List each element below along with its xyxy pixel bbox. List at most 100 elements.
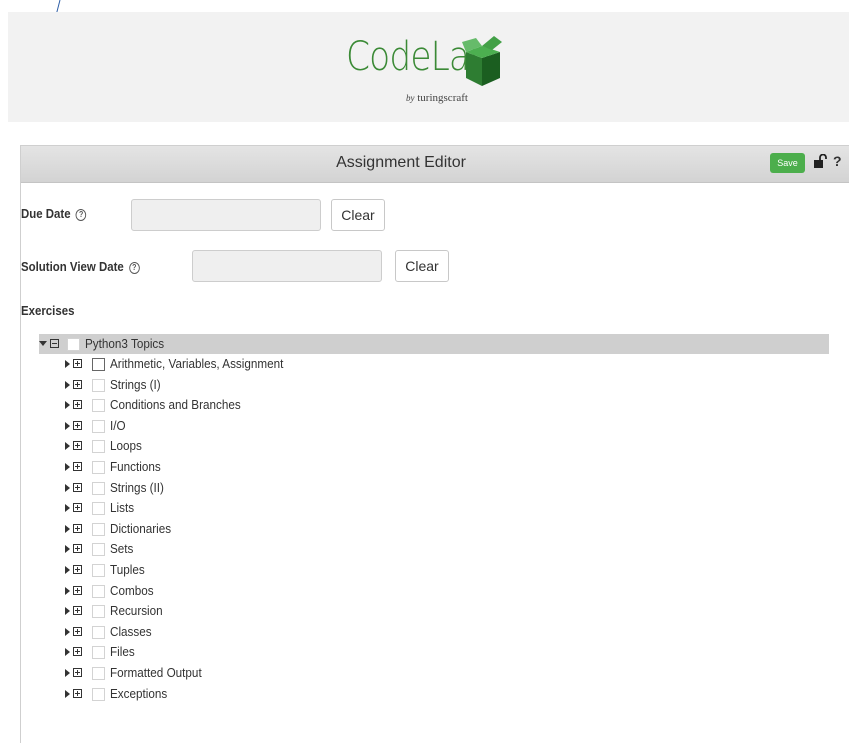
expand-icon[interactable] <box>73 688 82 698</box>
topic-row[interactable]: Dictionaries <box>39 519 849 540</box>
expand-icon[interactable] <box>73 667 82 677</box>
save-button[interactable]: Save <box>770 153 805 173</box>
topic-checkbox[interactable] <box>92 646 105 660</box>
caret-right-icon[interactable] <box>65 442 70 451</box>
topic-row[interactable]: Strings (II) <box>39 478 849 499</box>
topic-checkbox[interactable] <box>92 543 105 557</box>
due-date-clear-button[interactable]: Clear <box>331 199 385 231</box>
exercise-tree: Python3 Topics Arithmetic, Variables, As… <box>39 334 849 704</box>
topic-checkbox[interactable] <box>92 440 105 454</box>
topic-checkbox[interactable] <box>92 419 105 433</box>
topic-row[interactable]: Functions <box>39 457 849 478</box>
topic-row[interactable]: Tuples <box>39 560 849 581</box>
panel-title: Assignment Editor <box>336 154 466 171</box>
expand-icon[interactable] <box>73 606 82 616</box>
caret-right-icon[interactable] <box>65 421 70 430</box>
caret-right-icon[interactable] <box>65 607 70 616</box>
topic-row[interactable]: Formatted Output <box>39 663 849 684</box>
exercises-heading: Exercises <box>21 303 75 318</box>
topic-checkbox[interactable] <box>92 481 105 495</box>
topic-label: Functions <box>110 458 161 474</box>
topic-checkbox[interactable] <box>92 378 105 392</box>
caret-right-icon[interactable] <box>65 668 70 677</box>
topic-row[interactable]: Files <box>39 642 849 663</box>
topic-checkbox[interactable] <box>92 399 105 413</box>
question-icon[interactable]: ? <box>129 262 140 274</box>
topic-checkbox[interactable] <box>92 687 105 701</box>
expand-icon[interactable] <box>73 482 82 492</box>
caret-right-icon[interactable] <box>65 360 70 368</box>
topic-label: Loops <box>110 438 142 454</box>
expand-icon[interactable] <box>73 503 82 513</box>
topic-checkbox[interactable] <box>92 666 105 680</box>
caret-right-icon[interactable] <box>65 586 70 595</box>
topic-checkbox[interactable] <box>92 563 105 577</box>
solution-view-date-input[interactable] <box>192 250 382 282</box>
topic-label: Sets <box>110 541 134 557</box>
topic-row[interactable]: Sets <box>39 539 849 560</box>
caret-right-icon[interactable] <box>65 483 70 492</box>
topic-row[interactable]: Loops <box>39 436 849 457</box>
expand-icon[interactable] <box>73 523 82 533</box>
caret-right-icon[interactable] <box>65 401 70 410</box>
assignment-editor-panel: Assignment Editor Save ? Due Date? Clear… <box>20 145 849 743</box>
topic-list: Arithmetic, Variables, Assignment Strings… <box>39 354 849 704</box>
expand-icon[interactable] <box>73 359 82 368</box>
topic-label: Formatted Output <box>110 664 202 680</box>
topic-row[interactable]: Combos <box>39 581 849 602</box>
topic-row[interactable]: Classes <box>39 622 849 643</box>
cube-icon <box>462 36 502 86</box>
topic-label: Conditions and Branches <box>110 397 241 413</box>
expand-icon[interactable] <box>73 400 82 410</box>
root-checkbox[interactable] <box>67 338 80 351</box>
topic-row[interactable]: Exceptions <box>39 684 849 705</box>
topic-row[interactable]: Recursion <box>39 601 849 622</box>
unlock-icon[interactable] <box>813 154 827 168</box>
tree-root-row[interactable]: Python3 Topics <box>39 334 829 354</box>
topic-label: Combos <box>110 582 154 598</box>
expand-icon[interactable] <box>73 420 82 430</box>
due-date-label-text: Due Date <box>21 206 71 221</box>
topic-row[interactable]: Strings (I) <box>39 375 849 396</box>
topic-row[interactable]: Conditions and Branches <box>39 395 849 416</box>
caret-down-icon[interactable] <box>39 341 47 346</box>
topic-label: Classes <box>110 623 152 639</box>
expand-icon[interactable] <box>73 585 82 595</box>
caret-right-icon[interactable] <box>65 504 70 513</box>
caret-right-icon[interactable] <box>65 627 70 636</box>
solution-view-date-clear-button[interactable]: Clear <box>395 250 449 282</box>
expand-icon[interactable] <box>73 544 82 554</box>
question-icon[interactable]: ? <box>75 209 87 221</box>
caret-right-icon[interactable] <box>65 545 70 554</box>
site-header: CodeLab by turingscraft <box>8 12 849 122</box>
panel-header: Assignment Editor Save ? <box>21 146 849 183</box>
expand-icon[interactable] <box>73 564 82 574</box>
caret-right-icon[interactable] <box>65 689 70 698</box>
caret-right-icon[interactable] <box>65 565 70 574</box>
caret-right-icon[interactable] <box>65 380 70 389</box>
expand-icon[interactable] <box>73 441 82 451</box>
topic-row[interactable]: Arithmetic, Variables, Assignment <box>39 354 849 375</box>
topic-checkbox[interactable] <box>92 460 105 474</box>
topic-row[interactable]: Lists <box>39 498 849 519</box>
topic-checkbox[interactable] <box>92 584 105 598</box>
topic-checkbox[interactable] <box>92 625 105 639</box>
help-link[interactable]: ? <box>833 153 842 169</box>
caret-right-icon[interactable] <box>65 524 70 533</box>
expand-icon[interactable] <box>73 647 82 657</box>
topic-label: Exceptions <box>110 685 168 701</box>
root-label: Python3 Topics <box>85 336 165 351</box>
topic-label: Arithmetic, Variables, Assignment <box>110 356 284 371</box>
topic-row[interactable]: I/O <box>39 416 849 437</box>
topic-checkbox[interactable] <box>92 605 105 619</box>
caret-right-icon[interactable] <box>65 648 70 657</box>
topic-checkbox[interactable] <box>92 522 105 536</box>
topic-checkbox[interactable] <box>92 502 105 516</box>
caret-right-icon[interactable] <box>65 462 70 471</box>
collapse-icon[interactable] <box>50 339 59 348</box>
expand-icon[interactable] <box>73 461 82 471</box>
expand-icon[interactable] <box>73 626 82 636</box>
expand-icon[interactable] <box>73 379 82 389</box>
topic-checkbox[interactable] <box>92 358 105 371</box>
due-date-input[interactable] <box>131 199 321 231</box>
